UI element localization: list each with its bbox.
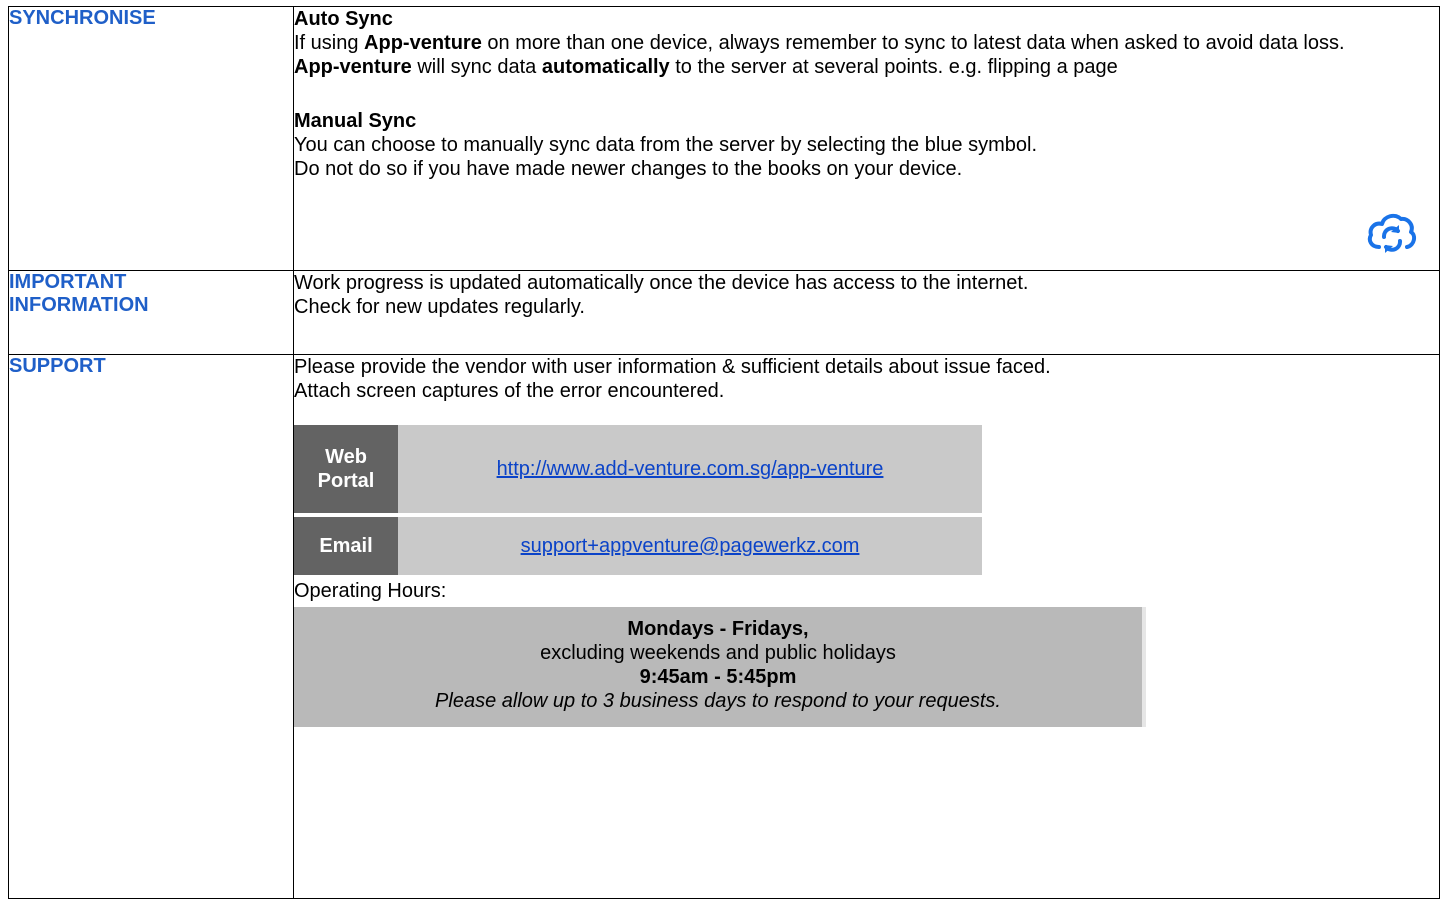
auto-sync-text-2: App-venture will sync data automatically… [294, 56, 1118, 78]
content-important-information: Work progress is updated automatically o… [293, 269, 1440, 356]
manual-sync-heading: Manual Sync [294, 110, 417, 132]
label-synchronise: SYNCHRONISE [8, 6, 294, 271]
row-synchronise: SYNCHRONISE Auto Sync If using App-ventu… [8, 6, 1440, 271]
operating-hours-label: Operating Hours: [294, 580, 447, 603]
auto-sync-text-1: If using App-venture on more than one de… [294, 32, 1345, 54]
web-portal-link[interactable]: http://www.add-venture.com.sg/app-ventur… [497, 457, 884, 481]
cloud-sync-icon[interactable] [1365, 207, 1417, 259]
contact-box: Web Portal http://www.add-venture.com.sg… [294, 425, 982, 576]
hours-time: 9:45am - 5:45pm [639, 666, 797, 689]
row-important-information: IMPORTANT INFORMATION Work progress is u… [8, 269, 1440, 356]
hours-note: Please allow up to 3 business days to re… [435, 690, 1001, 713]
web-portal-row: Web Portal http://www.add-venture.com.sg… [294, 425, 982, 514]
auto-sync-heading: Auto Sync [294, 8, 393, 30]
support-text-2: Attach screen captures of the error enco… [294, 380, 725, 403]
web-portal-tag: Web Portal [294, 425, 398, 514]
email-tag: Email [294, 517, 398, 576]
info-text-2: Check for new updates regularly. [294, 295, 585, 318]
support-text-1: Please provide the vendor with user info… [294, 356, 1051, 379]
hours-exclusion: excluding weekends and public holidays [540, 642, 896, 665]
row-support: SUPPORT Please provide the vendor with u… [8, 354, 1440, 899]
hours-days: Mondays - Fridays, [627, 618, 809, 641]
email-row: Email support+appventure@pagewerkz.com [294, 517, 982, 576]
content-synchronise: Auto Sync If using App-venture on more t… [293, 6, 1440, 271]
manual-sync-text-1: You can choose to manually sync data fro… [294, 134, 1037, 156]
info-table: SYNCHRONISE Auto Sync If using App-ventu… [8, 6, 1440, 899]
label-support: SUPPORT [8, 354, 294, 899]
email-link[interactable]: support+appventure@pagewerkz.com [521, 534, 860, 558]
manual-sync-text-2: Do not do so if you have made newer chan… [294, 158, 963, 180]
label-important-information: IMPORTANT INFORMATION [8, 269, 294, 356]
content-support: Please provide the vendor with user info… [293, 354, 1440, 899]
operating-hours-box: Mondays - Fridays, excluding weekends an… [294, 607, 1146, 728]
info-text-1: Work progress is updated automatically o… [294, 271, 1029, 294]
